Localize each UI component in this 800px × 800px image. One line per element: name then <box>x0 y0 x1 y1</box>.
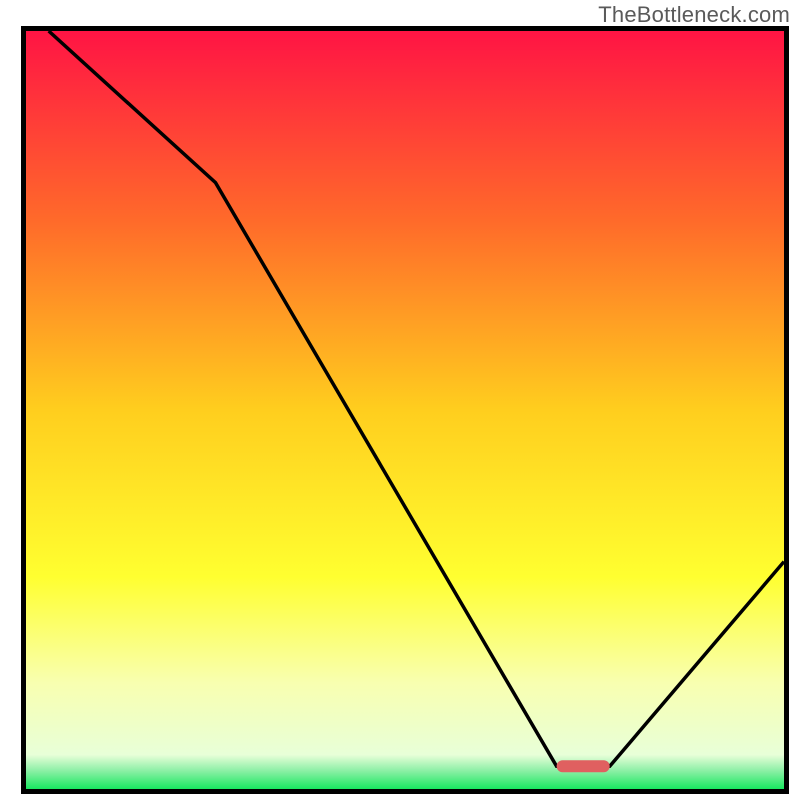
chart-frame: TheBottleneck.com <box>0 0 800 800</box>
optimal-marker <box>557 760 610 772</box>
plot-area <box>21 26 789 794</box>
bottleneck-curve-path <box>49 31 784 766</box>
watermark-text: TheBottleneck.com <box>598 2 790 28</box>
curve-layer <box>26 31 784 789</box>
